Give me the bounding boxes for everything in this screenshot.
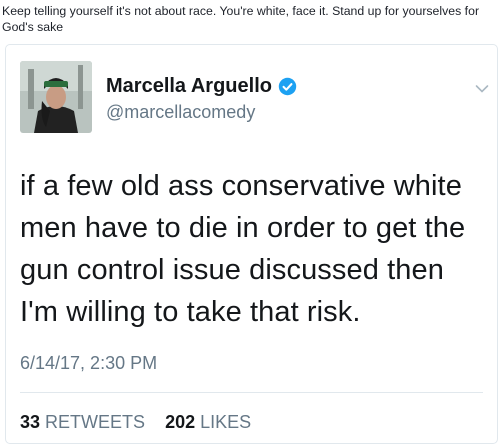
retweets-label[interactable]: RETWEETS: [45, 412, 145, 432]
author-handle[interactable]: @marcellacomedy: [106, 102, 255, 123]
verified-badge-icon: [278, 77, 297, 96]
likes-label[interactable]: LIKES: [200, 412, 251, 432]
retweets-count[interactable]: 33: [20, 412, 40, 432]
tweet-card: Marcella Arguello @marcellacomedy if a f…: [5, 44, 498, 444]
post-caption: Keep telling yourself it's not about rac…: [2, 4, 480, 34]
tweet-timestamp[interactable]: 6/14/17, 2:30 PM: [20, 353, 157, 374]
likes-count[interactable]: 202: [165, 412, 195, 432]
engagement-stats: 33 RETWEETS 202 LIKES: [20, 412, 251, 433]
author-row: Marcella Arguello: [106, 75, 297, 98]
tweet-text: if a few old ass conservative white men …: [20, 170, 466, 328]
chevron-down-icon[interactable]: [475, 81, 489, 93]
author-name[interactable]: Marcella Arguello: [106, 75, 272, 98]
avatar[interactable]: [20, 61, 92, 133]
stats-divider: [20, 392, 483, 393]
